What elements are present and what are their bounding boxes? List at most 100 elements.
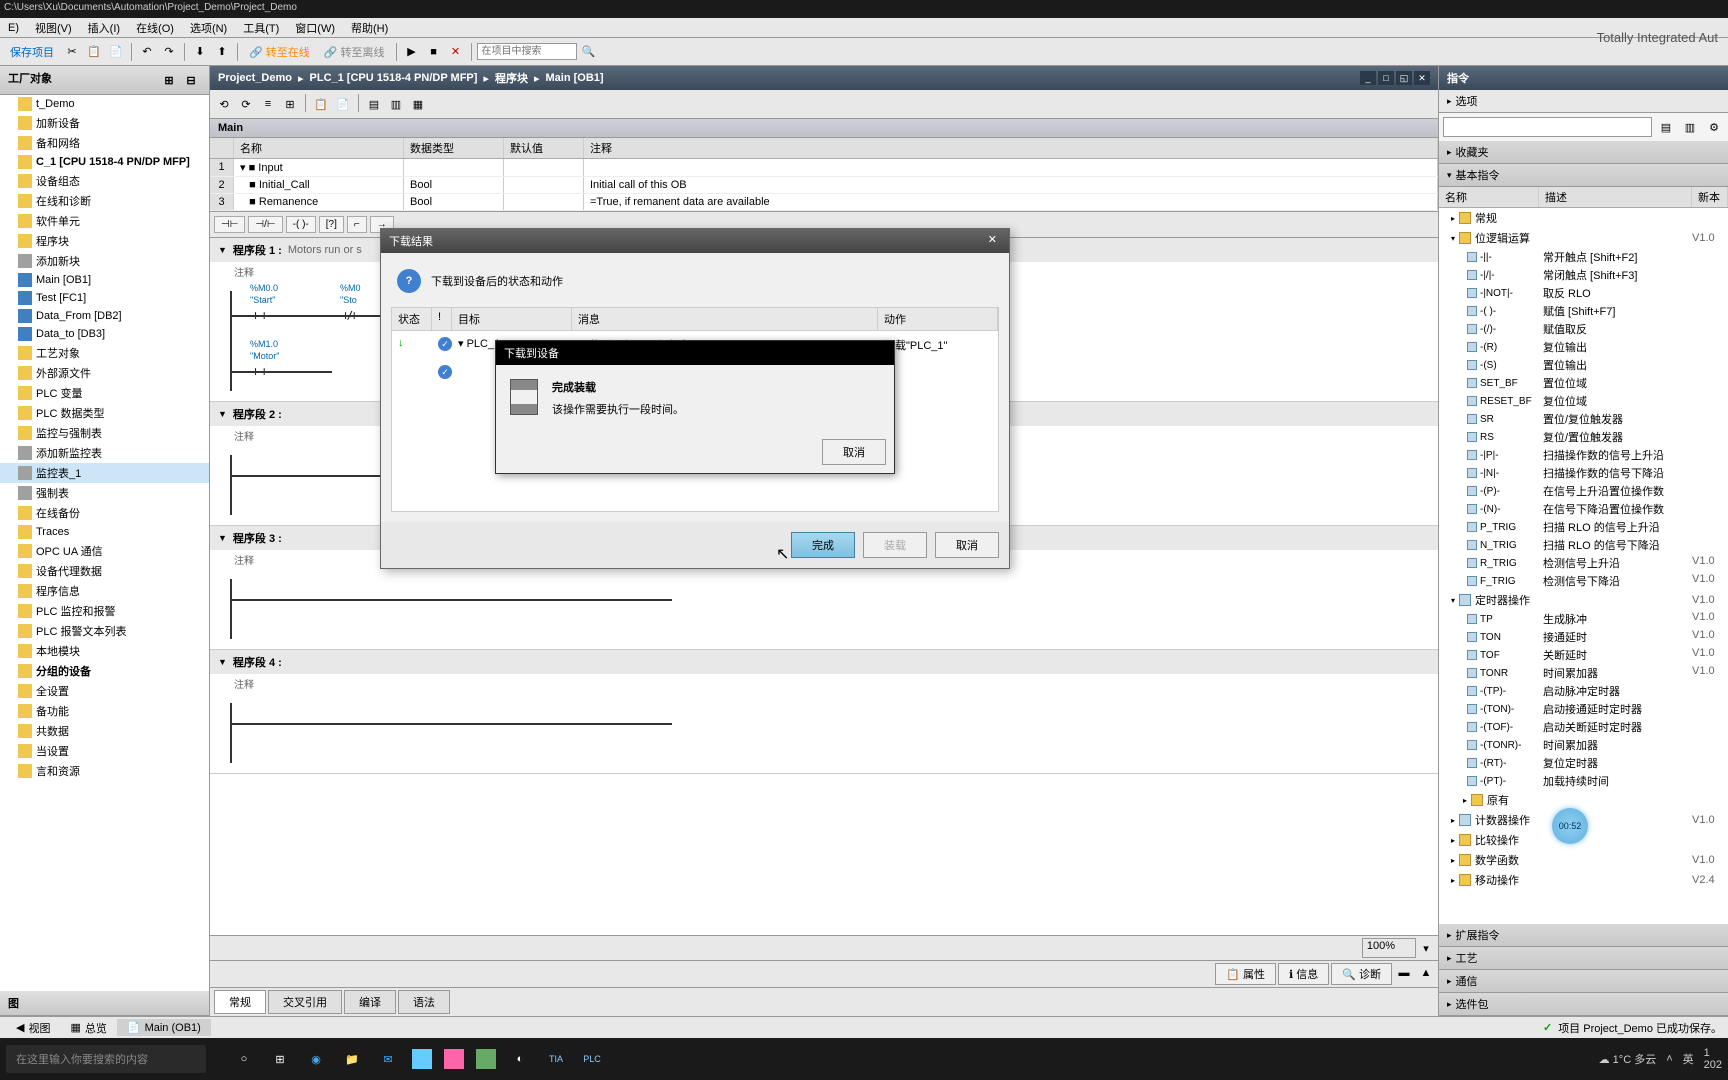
float-icon[interactable]: ◱ — [1396, 71, 1412, 85]
overview-tab[interactable]: ▦ 总览 — [60, 1018, 116, 1038]
et-icon[interactable]: ⊞ — [280, 94, 300, 114]
instruction-item[interactable]: -(RT)-复位定时器 — [1439, 754, 1728, 772]
bottom-tab[interactable]: 编译 — [344, 990, 396, 1014]
instructions-search[interactable] — [1443, 117, 1652, 137]
tree-item[interactable]: 监控表_1 — [0, 463, 209, 483]
tree-item[interactable]: 添加新监控表 — [0, 443, 209, 463]
section-favorites[interactable]: 收藏夹 — [1439, 141, 1728, 164]
tree-item[interactable]: 在线备份 — [0, 503, 209, 523]
coil-icon[interactable]: -( )- — [286, 216, 316, 233]
tree-tool-icon[interactable]: ⊞ — [159, 70, 179, 90]
instruction-item[interactable]: -(P)-在信号上升沿置位操作数 — [1439, 482, 1728, 500]
instruction-item[interactable]: -(TP)-启动脉冲定时器 — [1439, 682, 1728, 700]
instruction-item[interactable]: RS复位/置位触发器 — [1439, 428, 1728, 446]
section-extended[interactable]: 扩展指令 — [1439, 924, 1728, 947]
instruction-group[interactable]: ▸数学函数V1.0 — [1439, 850, 1728, 870]
tree-item[interactable]: 备功能 — [0, 701, 209, 721]
tree-item[interactable]: PLC 报警文本列表 — [0, 621, 209, 641]
cancel-button[interactable]: 取消 — [935, 532, 999, 558]
tree-item[interactable]: Test [FC1] — [0, 289, 209, 307]
tree-item[interactable]: 程序块 — [0, 231, 209, 251]
instruction-item[interactable]: -(TOF)-启动关断延时定时器 — [1439, 718, 1728, 736]
section-options[interactable]: 选项 — [1439, 90, 1728, 113]
menu-view[interactable]: 视图(V) — [27, 18, 80, 38]
mail-icon[interactable]: ✉ — [376, 1047, 400, 1071]
zoom-select[interactable]: 100% — [1362, 938, 1416, 958]
instruction-group[interactable]: ▾定时器操作V1.0 — [1439, 590, 1728, 610]
instruction-item[interactable]: N_TRIG扫描 RLO 的信号下降沿 — [1439, 536, 1728, 554]
filter-icon[interactable]: ▤ — [1656, 117, 1676, 137]
loading-cancel-button[interactable]: 取消 — [822, 439, 886, 465]
breadcrumb-segment[interactable]: PLC_1 [CPU 1518-4 PN/DP MFP] — [310, 72, 478, 84]
instruction-item[interactable]: -( )-赋值 [Shift+F7] — [1439, 302, 1728, 320]
app-icon[interactable] — [444, 1049, 464, 1069]
instruction-group[interactable]: ▸常规 — [1439, 208, 1728, 228]
copy-icon[interactable]: 📋 — [84, 42, 104, 62]
search-icon[interactable]: 🔍 — [579, 42, 599, 62]
tree-item[interactable]: 在线和诊断 — [0, 191, 209, 211]
save-project[interactable]: 保存项目 — [4, 42, 60, 62]
menu-insert[interactable]: 插入(I) — [80, 18, 128, 38]
breadcrumb-segment[interactable]: 程序块 — [495, 70, 528, 86]
instruction-item[interactable]: TONR时间累加器V1.0 — [1439, 664, 1728, 682]
project-search[interactable] — [477, 43, 577, 60]
tree-item[interactable]: 言和资源 — [0, 761, 209, 781]
taskbar-search[interactable]: 在这里输入你要搜索的内容 — [6, 1045, 206, 1073]
et-icon[interactable]: ⟲ — [214, 94, 234, 114]
tree-item[interactable]: PLC 监控和报警 — [0, 601, 209, 621]
tree-item[interactable]: 备和网络 — [0, 133, 209, 153]
contact-nc-icon[interactable]: ⊣/⊢ — [248, 216, 282, 233]
instruction-item[interactable]: TON接通延时V1.0 — [1439, 628, 1728, 646]
instruction-item[interactable]: SET_BF置位位域 — [1439, 374, 1728, 392]
bottom-tab[interactable]: 常规 — [214, 990, 266, 1014]
maximize-icon[interactable]: □ — [1378, 71, 1394, 85]
instruction-group[interactable]: ▸原有 — [1439, 790, 1728, 810]
instruction-item[interactable]: -(TON)-启动接通延时定时器 — [1439, 700, 1728, 718]
tree-item[interactable]: 共数据 — [0, 721, 209, 741]
instruction-item[interactable]: -|N|-扫描操作数的信号下降沿 — [1439, 464, 1728, 482]
upload-icon[interactable]: ⬆ — [212, 42, 232, 62]
network-body[interactable] — [210, 693, 1438, 773]
instruction-item[interactable]: -(S)置位输出 — [1439, 356, 1728, 374]
info-max-icon[interactable]: ▲ — [1416, 963, 1436, 983]
tree-item[interactable]: 工艺对象 — [0, 343, 209, 363]
stop-icon[interactable]: ■ — [424, 42, 444, 62]
project-tree[interactable]: t_Demo加新设备备和网络C_1 [CPU 1518-4 PN/DP MFP]… — [0, 95, 209, 991]
app-icon[interactable]: ◐ — [508, 1047, 532, 1071]
section-pkg[interactable]: 选件包 — [1439, 993, 1728, 1016]
menu-options[interactable]: 选项(N) — [182, 18, 235, 38]
tree-item[interactable]: Data_to [DB3] — [0, 325, 209, 343]
tree-item[interactable]: 加新设备 — [0, 113, 209, 133]
tree-item[interactable]: 本地模块 — [0, 641, 209, 661]
tree-tool2-icon[interactable]: ⊟ — [181, 70, 201, 90]
instruction-item[interactable]: -(R)复位输出 — [1439, 338, 1728, 356]
section-basic[interactable]: 基本指令 — [1439, 164, 1728, 187]
opts-icon[interactable]: ⚙ — [1704, 117, 1724, 137]
instruction-item[interactable]: F_TRIG检测信号下降沿V1.0 — [1439, 572, 1728, 590]
tree-item[interactable]: OPC UA 通信 — [0, 541, 209, 561]
zoom-dropdown-icon[interactable]: ▾ — [1416, 938, 1436, 958]
network-body[interactable] — [210, 569, 1438, 649]
tree-item[interactable]: 添加新块 — [0, 251, 209, 271]
instruction-item[interactable]: SR置位/复位触发器 — [1439, 410, 1728, 428]
instruction-item[interactable]: -|/|-常闭触点 [Shift+F3] — [1439, 266, 1728, 284]
tree-item[interactable]: t_Demo — [0, 95, 209, 113]
section-tech[interactable]: 工艺 — [1439, 947, 1728, 970]
instruction-item[interactable]: R_TRIG检测信号上升沿V1.0 — [1439, 554, 1728, 572]
clock[interactable]: 1202 — [1704, 1047, 1722, 1071]
bottom-tab[interactable]: 语法 — [398, 990, 450, 1014]
tree-item[interactable]: Data_From [DB2] — [0, 307, 209, 325]
dialog-close-icon[interactable]: ✕ — [984, 233, 1001, 249]
et-icon[interactable]: 📋 — [311, 94, 331, 114]
network[interactable]: 程序段 4 :注释 — [210, 650, 1438, 774]
taskview-icon[interactable]: ⊞ — [268, 1047, 292, 1071]
instruction-item[interactable]: RESET_BF复位位域 — [1439, 392, 1728, 410]
instruction-item[interactable]: -(TONR)-时间累加器 — [1439, 736, 1728, 754]
instruction-item[interactable]: -(N)-在信号下降沿置位操作数 — [1439, 500, 1728, 518]
info-min-icon[interactable]: ▬ — [1394, 963, 1414, 983]
delete-icon[interactable]: ✕ — [446, 42, 466, 62]
tree-item[interactable]: 强制表 — [0, 483, 209, 503]
menu-file[interactable]: E) — [0, 20, 27, 36]
tree-item[interactable]: PLC 数据类型 — [0, 403, 209, 423]
tree-item[interactable]: 分组的设备 — [0, 661, 209, 681]
